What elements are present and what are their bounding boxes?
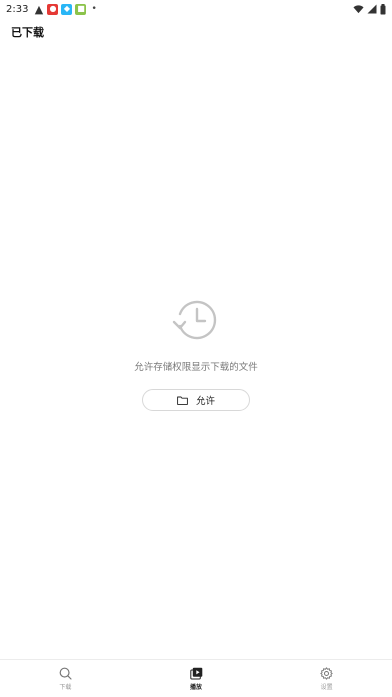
gear-icon — [320, 667, 333, 680]
empty-state: 允许存储权限显示下载的文件 允许 — [0, 296, 392, 411]
screen: 2:33 ▲ ● ◆ ■ • 已下载 允许存储权限显示下载的文件 允许 下载 播… — [0, 0, 392, 697]
permission-message: 允许存储权限显示下载的文件 — [134, 362, 258, 373]
battery-icon — [380, 3, 386, 14]
nav-label-download: 下载 — [59, 684, 72, 691]
folder-icon — [177, 396, 188, 405]
status-right — [353, 3, 386, 15]
page-title: 已下载 — [11, 26, 44, 39]
app-red-icon: ● — [47, 3, 59, 15]
signal-icon — [367, 4, 377, 14]
app-blue-icon: ◆ — [61, 3, 73, 15]
nav-item-settings[interactable]: 设置 — [261, 660, 392, 697]
allow-button-label: 允许 — [195, 396, 215, 407]
app-green-icon: ■ — [75, 3, 87, 15]
history-icon — [172, 300, 217, 340]
nav-label-settings: 设置 — [320, 684, 333, 691]
status-bar: 2:33 ▲ ● ◆ ■ • — [0, 0, 392, 18]
bottom-nav: 下载 播放 设置 — [0, 659, 392, 697]
nav-label-play: 播放 — [190, 684, 203, 691]
play-library-icon — [189, 667, 202, 680]
warning-icon: ▲ — [34, 2, 44, 16]
nav-item-play[interactable]: 播放 — [131, 660, 262, 697]
search-icon — [59, 667, 72, 680]
notification-dot: • — [91, 4, 97, 14]
allow-button[interactable]: 允许 — [142, 389, 250, 411]
status-time: 2:33 — [6, 3, 29, 15]
nav-item-download[interactable]: 下载 — [0, 660, 131, 697]
wifi-icon — [353, 5, 364, 14]
